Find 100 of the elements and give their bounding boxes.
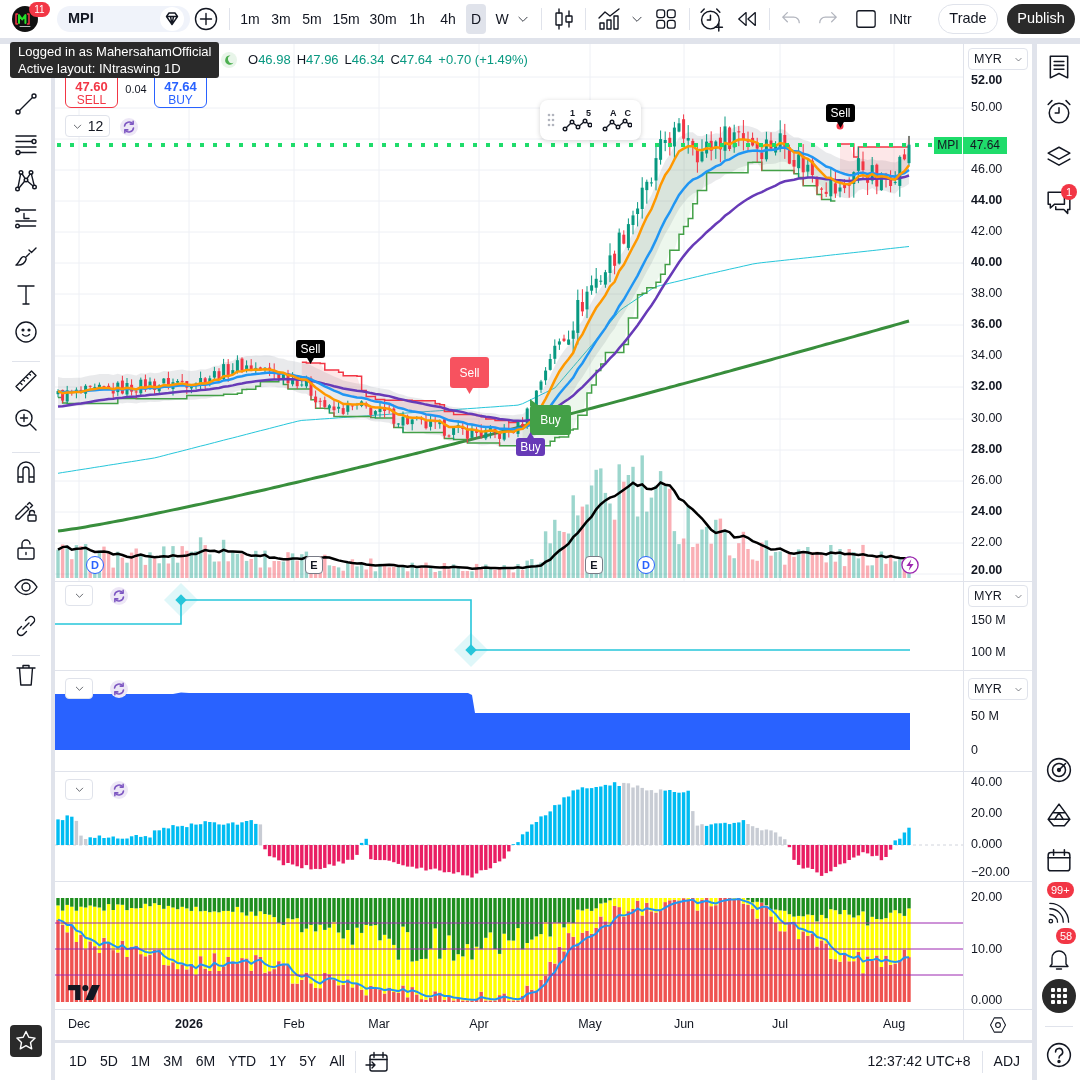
- price-axis-label: 40.00: [971, 775, 1003, 790]
- event-marker[interactable]: D: [637, 556, 655, 574]
- calendar-arrow-icon[interactable]: [365, 1049, 389, 1074]
- grid-layout-icon[interactable]: [655, 8, 677, 30]
- ruler-icon[interactable]: [13, 369, 38, 393]
- price-axis-label: 26.00: [971, 473, 1003, 488]
- chart-bars-icon[interactable]: [597, 7, 621, 31]
- price-change: +0.70 (+1.49%): [438, 51, 528, 69]
- notification-badge: 11: [29, 2, 50, 17]
- candlestick-icon[interactable]: [552, 7, 576, 31]
- refresh-icon[interactable]: [120, 118, 138, 136]
- time-axis-label: Jun: [673, 1017, 695, 1032]
- time-axis-label: Dec: [67, 1017, 91, 1032]
- currency-dropdown[interactable]: MYR: [968, 678, 1028, 700]
- collapse-button[interactable]: [65, 678, 93, 699]
- range-button[interactable]: YTD: [222, 1047, 263, 1076]
- range-button[interactable]: 1Y: [263, 1047, 293, 1076]
- price-axis-label: 0: [971, 743, 978, 758]
- settings-icon[interactable]: [989, 1016, 1007, 1034]
- ohlc-value: C47.64: [390, 51, 433, 69]
- chevron-down-icon[interactable]: [73, 784, 85, 795]
- node-pattern-icon[interactable]: [13, 169, 38, 193]
- price-axis-label: 32.00: [971, 379, 1003, 394]
- trash-icon[interactable]: [13, 663, 38, 687]
- price-axis-label: 42.00: [971, 224, 1003, 239]
- event-marker[interactable]: D: [86, 556, 104, 574]
- chevron-down-icon[interactable]: [73, 590, 85, 601]
- price-axis-label: 34.00: [971, 348, 1003, 363]
- ohlc-value: L46.34: [344, 51, 385, 69]
- smiley-icon[interactable]: [13, 320, 38, 344]
- chart-logo-icon[interactable]: [68, 985, 100, 1000]
- symbol-label: MPI: [934, 137, 962, 154]
- price-axis-label: 20.00: [971, 890, 1003, 905]
- price-axis-label: −20.00: [971, 865, 1010, 880]
- adjustment-button[interactable]: ADJ: [991, 1047, 1022, 1076]
- price-axis-label: 20.00: [971, 806, 1003, 821]
- zoom-in-icon[interactable]: [13, 408, 38, 432]
- currency-dropdown[interactable]: MYR: [968, 48, 1028, 70]
- time-axis-label: Aug: [882, 1017, 906, 1032]
- time-axis-label: 2026: [175, 1017, 203, 1032]
- symbol-button[interactable]: MPI: [57, 6, 190, 32]
- publish-button[interactable]: Publish: [1007, 4, 1075, 34]
- range-button[interactable]: 6M: [189, 1047, 222, 1076]
- price-axis-label: 52.00: [971, 73, 1003, 88]
- pencil-lock-icon[interactable]: [13, 499, 38, 523]
- alarm-clock-icon[interactable]: [1045, 98, 1072, 125]
- ohlc-value: H47.96: [296, 51, 339, 69]
- notification-badge: 1: [1061, 184, 1077, 200]
- projection-lines-icon[interactable]: [13, 206, 38, 230]
- price-axis-label: 100 M: [971, 645, 1006, 660]
- refresh-icon[interactable]: [110, 781, 128, 799]
- layout-name[interactable]: INtr: [889, 8, 912, 30]
- feed-icon[interactable]: [1047, 902, 1070, 925]
- refresh-icon[interactable]: [110, 587, 128, 605]
- range-button[interactable]: 1D: [63, 1047, 93, 1076]
- clock-text: 12:37:42 UTC+8: [867, 1052, 971, 1071]
- horizontal-lines-icon[interactable]: [13, 132, 38, 156]
- interval-tab[interactable]: D: [466, 4, 486, 34]
- range-button[interactable]: 5Y: [293, 1047, 323, 1076]
- currency-dropdown[interactable]: MYR: [968, 585, 1028, 607]
- time-axis-label: Mar: [368, 1017, 390, 1032]
- wave-tool-button[interactable]: 1 5: [559, 104, 595, 136]
- indicators-toggle-button[interactable]: 12: [65, 115, 110, 137]
- line-tool-icon[interactable]: [13, 92, 38, 116]
- price-axis-label: 50.00: [971, 100, 1003, 115]
- range-button[interactable]: 1M: [124, 1047, 157, 1076]
- trade-button[interactable]: Trade: [938, 4, 998, 34]
- refresh-icon[interactable]: [110, 680, 128, 698]
- chevron-down-icon[interactable]: [73, 683, 85, 694]
- event-marker[interactable]: E: [305, 556, 323, 574]
- range-button[interactable]: All: [323, 1047, 351, 1076]
- zigzag-icon: [562, 118, 592, 132]
- square-icon[interactable]: [855, 8, 877, 30]
- time-axis-label: Jul: [772, 1017, 788, 1032]
- lightning-icon[interactable]: [901, 556, 919, 574]
- ohlc-value: O46.98: [248, 51, 291, 69]
- range-button[interactable]: 5D: [93, 1047, 124, 1076]
- time-axis-label: May: [578, 1017, 602, 1032]
- calendar-icon[interactable]: [1045, 846, 1072, 873]
- time-axis-label: Feb: [283, 1017, 305, 1032]
- target-icon[interactable]: [1045, 756, 1072, 783]
- range-button[interactable]: 3M: [157, 1047, 189, 1076]
- price-axis-label: 10.00: [971, 942, 1003, 957]
- plus-icon[interactable]: [194, 7, 218, 31]
- wave-tool-button[interactable]: A C: [599, 104, 635, 136]
- help-icon[interactable]: [1045, 1042, 1072, 1068]
- price-axis-label: 46.00: [971, 162, 1003, 177]
- drag-handle-icon[interactable]: [547, 113, 555, 127]
- event-marker[interactable]: E: [585, 556, 603, 574]
- price-axis-label: 40.00: [971, 255, 1003, 270]
- price-axis-label: 30.00: [971, 411, 1003, 426]
- price-axis-label: 20.00: [971, 563, 1003, 578]
- price-label: 47.64: [963, 137, 1007, 154]
- pyramid-icon[interactable]: [1045, 801, 1072, 828]
- chat-icon[interactable]: [1045, 188, 1072, 215]
- time-axis-label: Apr: [469, 1017, 489, 1032]
- price-axis-label: 28.00: [971, 442, 1003, 457]
- price-axis-label: 36.00: [971, 317, 1003, 332]
- apps-grid-icon[interactable]: [1041, 979, 1076, 1013]
- alarm-plus-icon[interactable]: [699, 6, 724, 32]
